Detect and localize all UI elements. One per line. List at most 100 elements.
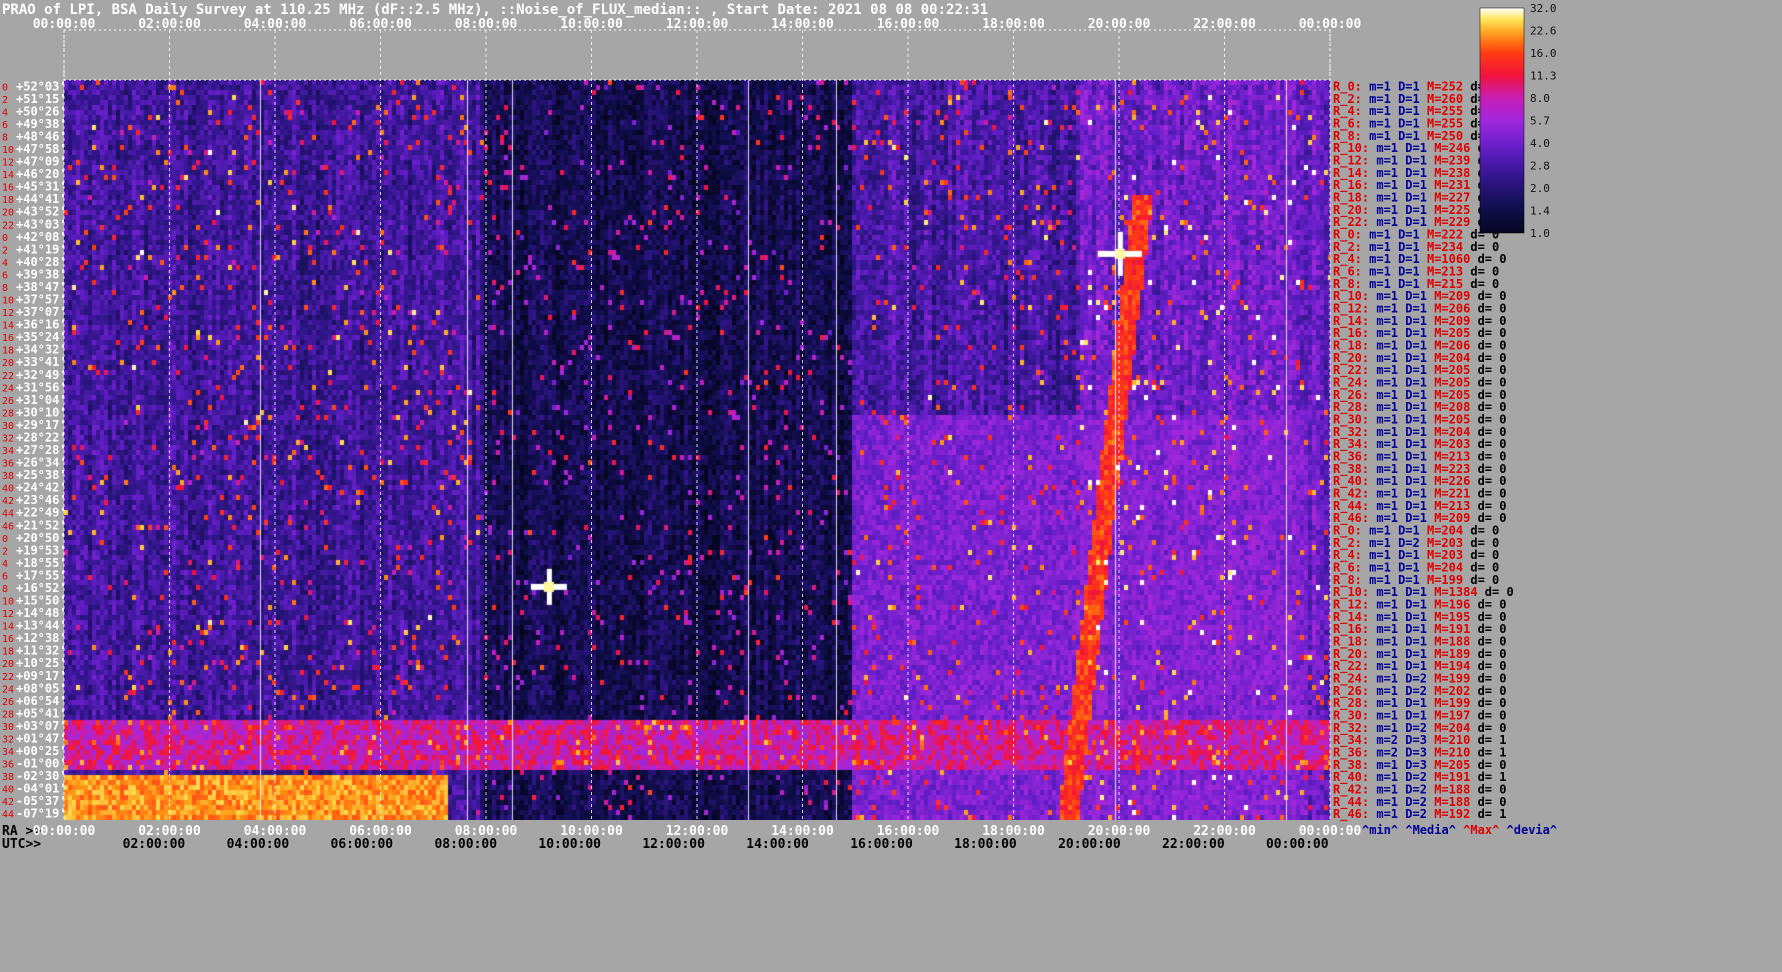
row-index-label: 36 xyxy=(2,459,14,470)
legend-footer-item: ^Media^ xyxy=(1405,823,1456,837)
declination-label: -07°19' xyxy=(16,807,67,821)
x-top-tick-label: 22:00:00 xyxy=(1193,17,1256,32)
row-index-label: 28 xyxy=(2,408,14,419)
row-index-label: 2 xyxy=(2,546,8,557)
row-index-label: 24 xyxy=(2,383,14,394)
survey-plot: PRAO of LPI, BSA Daily Survey at 110.25 … xyxy=(0,0,1782,968)
x-top-tick-label: 06:00:00 xyxy=(349,17,412,32)
row-index-label: 32 xyxy=(2,734,14,745)
colorbar-tick-label: 4.0 xyxy=(1530,137,1550,150)
row-index-label: 22 xyxy=(2,371,14,382)
row-index-label: 42 xyxy=(2,797,14,808)
x-top-tick-label: 04:00:00 xyxy=(244,17,307,32)
x-top-tick-label: 02:00:00 xyxy=(138,17,201,32)
colorbar-tick-label: 1.0 xyxy=(1530,227,1550,240)
row-index-label: 12 xyxy=(2,158,14,169)
colorbar-tick-label: 11.3 xyxy=(1530,70,1557,83)
row-index-label: 32 xyxy=(2,433,14,444)
row-index-label: 24 xyxy=(2,684,14,695)
row-index-label: 34 xyxy=(2,446,14,457)
row-index-label: 30 xyxy=(2,722,14,733)
colorbar-tick-label: 8.0 xyxy=(1530,92,1550,105)
row-index-label: 0 xyxy=(2,82,8,93)
x-bottom-utc-tick-label: 06:00:00 xyxy=(331,837,394,852)
row-index-label: 40 xyxy=(2,785,14,796)
colorbar-tick-label: 22.6 xyxy=(1530,25,1557,38)
x-bottom-utc-tick-label: 10:00:00 xyxy=(538,837,601,852)
x-top-tick-label: 08:00:00 xyxy=(455,17,518,32)
x-bottom-ra-tick-label: 00:00:00 xyxy=(33,824,96,839)
x-bottom-utc-tick-label: 00:00:00 xyxy=(1266,837,1329,852)
row-index-label: 8 xyxy=(2,132,8,143)
row-index-label: 2 xyxy=(2,95,8,106)
stats-row: R_46: m=1 D=2 M=192 d= 1 xyxy=(1333,807,1506,822)
x-top-tick-label: 20:00:00 xyxy=(1088,17,1151,32)
legend-footer-item: ^Max^ xyxy=(1463,823,1499,837)
colorbar-tick-label: 2.0 xyxy=(1530,182,1550,195)
row-index-label: 44 xyxy=(2,810,14,821)
row-index-label: 36 xyxy=(2,760,14,771)
x-bottom-utc-tick-label: 14:00:00 xyxy=(746,837,809,852)
row-index-label: 18 xyxy=(2,195,14,206)
stats-legend-footer: ^min^ ^Media^ ^Max^ ^devia^ xyxy=(1362,823,1557,837)
row-index-label: 20 xyxy=(2,659,14,670)
x-bottom-utc-tick-label: 16:00:00 xyxy=(850,837,913,852)
row-index-label: 16 xyxy=(2,333,14,344)
row-index-label: 12 xyxy=(2,609,14,620)
row-index-label: 4 xyxy=(2,107,8,118)
row-index-label: 22 xyxy=(2,220,14,231)
x-top-tick-label: 12:00:00 xyxy=(666,17,729,32)
x-top-tick-label: 00:00:00 xyxy=(1299,17,1362,32)
row-index-label: 18 xyxy=(2,647,14,658)
row-index-label: 6 xyxy=(2,270,8,281)
row-index-label: 16 xyxy=(2,634,14,645)
row-index-label: 8 xyxy=(2,584,8,595)
row-index-label: 38 xyxy=(2,471,14,482)
legend-footer-item: ^devia^ xyxy=(1507,823,1558,837)
colorbar-ramp xyxy=(1479,7,1525,234)
row-index-label: 4 xyxy=(2,559,8,570)
colorbar: 32.0 22.6 16.0 11.3 8.0 5.7 4.0 2.8 2.0 1.4 1.0 xyxy=(1479,2,1557,240)
row-index-label: 4 xyxy=(2,258,8,269)
row-index-label: 8 xyxy=(2,283,8,294)
stats-field-m: M=192 xyxy=(1434,807,1470,821)
row-index-label: 2 xyxy=(2,245,8,256)
x-bottom-utc-tick-label: 20:00:00 xyxy=(1058,837,1121,852)
row-index-label: 0 xyxy=(2,534,8,545)
row-index-label: 22 xyxy=(2,672,14,683)
x-top-tick-label: 10:00:00 xyxy=(560,17,623,32)
x-top-tick-label: 18:00:00 xyxy=(982,17,1045,32)
row-index-label: 14 xyxy=(2,622,14,633)
row-index-label: 26 xyxy=(2,396,14,407)
row-index-label: 30 xyxy=(2,421,14,432)
row-index-label: 6 xyxy=(2,120,8,131)
row-index-label: 34 xyxy=(2,747,14,758)
stats-field-r: R_46: xyxy=(1333,807,1369,822)
utc-axis-label: UTC>> xyxy=(2,837,41,852)
colorbar-tick-label: 5.7 xyxy=(1530,115,1550,128)
x-top-tick-label: 00:00:00 xyxy=(33,17,96,32)
row-index-label: 42 xyxy=(2,496,14,507)
row-index-label: 20 xyxy=(2,208,14,219)
heatmap-figure: PRAO of LPI, BSA Daily Survey at 110.25 … xyxy=(2,2,1557,852)
colorbar-tick-label: 16.0 xyxy=(1530,47,1557,60)
row-index-label: 0 xyxy=(2,233,8,244)
stats-field-m: m=1 xyxy=(1376,807,1398,821)
x-bottom-utc-tick-label: 02:00:00 xyxy=(123,837,186,852)
row-index-label: 44 xyxy=(2,509,14,520)
x-bottom-utc-tick-label: 12:00:00 xyxy=(642,837,705,852)
row-index-label: 28 xyxy=(2,709,14,720)
row-index-label: 46 xyxy=(2,521,14,532)
row-index-label: 38 xyxy=(2,772,14,783)
row-index-label: 14 xyxy=(2,170,14,181)
row-index-label: 20 xyxy=(2,358,14,369)
row-index-label: 10 xyxy=(2,145,14,156)
row-index-label: 16 xyxy=(2,183,14,194)
legend-footer-item: ^min^ xyxy=(1362,823,1398,837)
x-bottom-utc-tick-label: 08:00:00 xyxy=(434,837,497,852)
stats-field-d: D=2 xyxy=(1405,807,1427,821)
x-bottom-utc-tick-label: 22:00:00 xyxy=(1162,837,1225,852)
stats-field-d: d= 1 xyxy=(1478,807,1507,821)
x-top-tick-label: 16:00:00 xyxy=(877,17,940,32)
row-index-label: 26 xyxy=(2,697,14,708)
